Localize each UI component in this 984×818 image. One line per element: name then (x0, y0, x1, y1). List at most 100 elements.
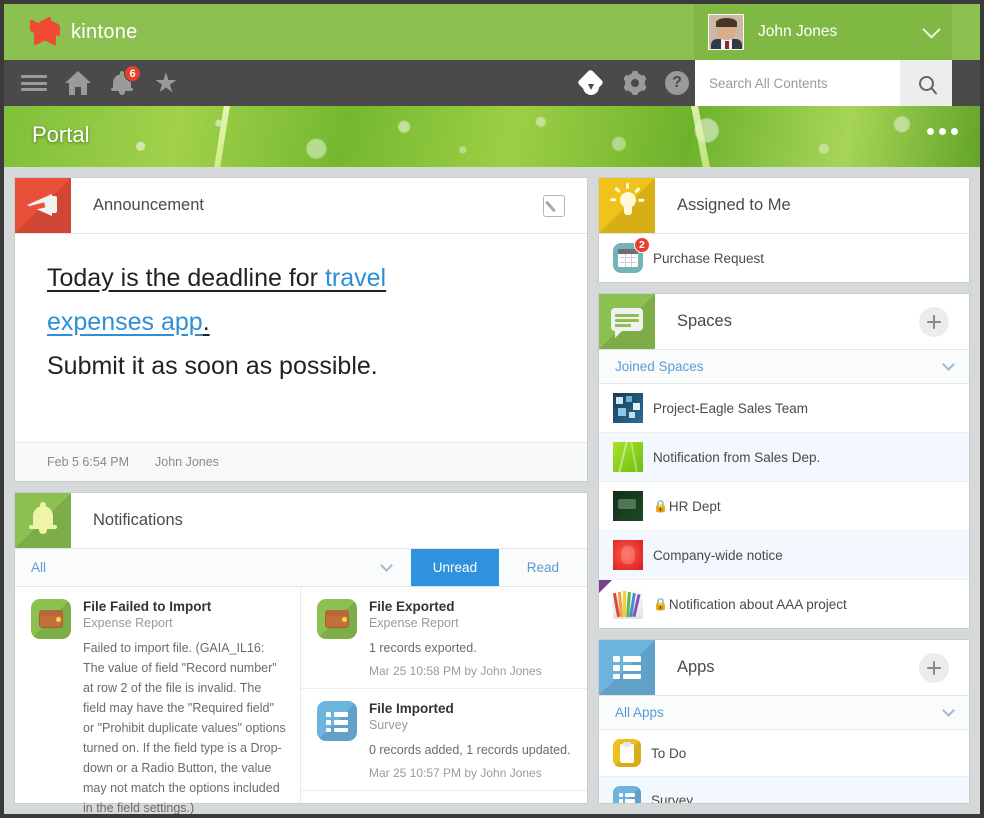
notification-meta: Mar 25 10:57 PM by John Jones (368, 766, 542, 780)
calendar-app-icon: 2 (612, 237, 650, 273)
space-item[interactable]: Company-wide notice (598, 531, 969, 580)
notification-item[interactable]: File Failed to Import Expense Report Fai… (15, 587, 300, 814)
notification-title: File Exported (368, 599, 455, 614)
app-item-label: To Do (650, 745, 687, 761)
notification-item[interactable]: File Imported Survey 0 records added, 1 … (300, 689, 587, 791)
space-item-label: HR Dept (668, 498, 721, 514)
assigned-to-me-title: Assigned to Me (676, 196, 791, 214)
chevron-down-icon (380, 558, 393, 572)
app-item-survey[interactable]: Survey (598, 777, 969, 804)
ellipsis-icon[interactable] (927, 128, 958, 135)
brand-logo[interactable]: kintone (4, 15, 138, 46)
notifications-column-right: File Exported Expense Report 1 records e… (300, 587, 587, 803)
apps-section-label: All Apps (614, 705, 664, 720)
right-column: Assigned to Me 2 Purchase Request Spaces… (597, 177, 970, 804)
plus-icon[interactable] (919, 652, 949, 683)
green-gradient-thumb (612, 442, 643, 472)
app-item-label: Survey (650, 792, 693, 804)
apps-header: Apps (598, 640, 969, 696)
dark-green-thumb (612, 491, 643, 521)
chevron-down-icon (942, 357, 955, 371)
announcement-body: Today is the deadline for travel expense… (15, 234, 587, 442)
notification-meta: Mar 25 10:58 PM by John Jones (368, 664, 542, 678)
hamburger-icon[interactable] (12, 60, 56, 106)
tab-read[interactable]: Read (499, 549, 587, 586)
announcement-card: Announcement Today is the deadline for t… (14, 177, 588, 482)
page-title: Portal (32, 122, 90, 147)
search-input[interactable] (695, 60, 900, 106)
assigned-item-purchase-request[interactable]: 2 Purchase Request (599, 234, 969, 282)
kintone-logo-icon (30, 15, 60, 46)
graduation-cap-icon[interactable] (577, 69, 607, 96)
space-item[interactable]: 🔒 HR Dept (598, 482, 969, 531)
speech-bubble-icon (598, 294, 655, 349)
announcement-period: . (202, 308, 210, 336)
blue-pixels-thumb (612, 393, 643, 423)
notifications-filter-label: All (31, 560, 47, 575)
spaces-section-label: Joined Spaces (614, 359, 704, 374)
announcement-link-part1[interactable]: travel (325, 264, 386, 292)
notification-item[interactable]: File Exported Expense Report 1 records e… (300, 587, 587, 689)
spaces-card: Spaces Joined Spaces Project-Eagle Sales… (597, 293, 970, 629)
apps-card: Apps All Apps To Do Survey (597, 639, 970, 804)
search-button[interactable] (900, 60, 952, 106)
announcement-text-lead: Today is the deadline for (47, 264, 325, 292)
brand-name: kintone (71, 20, 138, 43)
notification-description: 0 records added, 1 records updated. (368, 743, 571, 757)
search-bar (695, 60, 952, 106)
red-thumb (612, 540, 643, 570)
space-item[interactable]: 🔒 Notification about AAA project (598, 580, 969, 628)
announcement-line3: Submit it as soon as possible. (47, 352, 378, 380)
star-icon[interactable]: ★ (144, 60, 188, 106)
wallet-app-icon (316, 599, 357, 639)
edit-icon[interactable] (542, 194, 565, 217)
notification-title: File Failed to Import (83, 599, 212, 614)
space-item-label: Notification about AAA project (668, 596, 847, 612)
notifications-card: Notifications All Unread Read File Faile… (14, 492, 588, 814)
lock-icon: 🔒 (652, 597, 668, 611)
notifications-tabbar: All Unread Read (15, 549, 587, 587)
gear-icon[interactable] (623, 71, 647, 95)
avatar (708, 14, 744, 50)
help-icon[interactable]: ? (665, 71, 689, 95)
notification-app-name: Expense Report (83, 616, 173, 630)
space-item-label: Company-wide notice (652, 547, 783, 563)
announcement-timestamp: Feb 5 6:54 PM (47, 455, 129, 469)
announcement-header: Announcement (15, 178, 587, 234)
portal-content: Announcement Today is the deadline for t… (4, 167, 980, 814)
notifications-title: Notifications (93, 511, 183, 529)
user-menu[interactable]: John Jones (694, 4, 952, 60)
notifications-header: Notifications (15, 493, 587, 549)
assigned-badge-count: 2 (633, 237, 650, 253)
assigned-to-me-card: Assigned to Me 2 Purchase Request (597, 177, 970, 283)
apps-section-all[interactable]: All Apps (598, 696, 969, 730)
notification-description: 1 records exported. (368, 641, 477, 655)
tab-unread[interactable]: Unread (410, 549, 499, 586)
assigned-to-me-header: Assigned to Me (598, 178, 969, 234)
home-icon[interactable] (56, 60, 100, 106)
pencils-thumb (612, 589, 643, 619)
announcement-link-part2[interactable]: expenses app (47, 308, 203, 336)
magnifier-icon (918, 75, 934, 91)
notifications-filter-dropdown[interactable]: All (15, 549, 411, 586)
plus-icon[interactable] (919, 306, 949, 337)
app-item-todo[interactable]: To Do (598, 730, 969, 777)
clipboard-app-icon (612, 739, 641, 767)
space-item[interactable]: Project-Eagle Sales Team (598, 384, 969, 433)
notification-app-name: Expense Report (368, 616, 459, 630)
main-toolbar: 6 ★ ? (4, 60, 980, 106)
announcement-footer: Feb 5 6:54 PM John Jones (15, 442, 587, 481)
notifications-bell-icon[interactable]: 6 (100, 60, 144, 106)
bell-icon (15, 493, 71, 548)
lock-icon: 🔒 (652, 499, 668, 513)
notifications-column-left: File Failed to Import Expense Report Fai… (15, 587, 301, 814)
space-item[interactable]: Notification from Sales Dep. (598, 433, 969, 482)
portal-banner: Portal (4, 106, 980, 167)
assigned-item-label: Purchase Request (652, 250, 765, 266)
space-item-label: Project-Eagle Sales Team (652, 400, 809, 416)
space-item-label: Notification from Sales Dep. (652, 449, 821, 465)
list-app-icon (316, 701, 357, 741)
list-app-icon (612, 786, 641, 803)
spaces-section-joined[interactable]: Joined Spaces (598, 350, 969, 384)
unread-corner-flag (598, 580, 612, 593)
